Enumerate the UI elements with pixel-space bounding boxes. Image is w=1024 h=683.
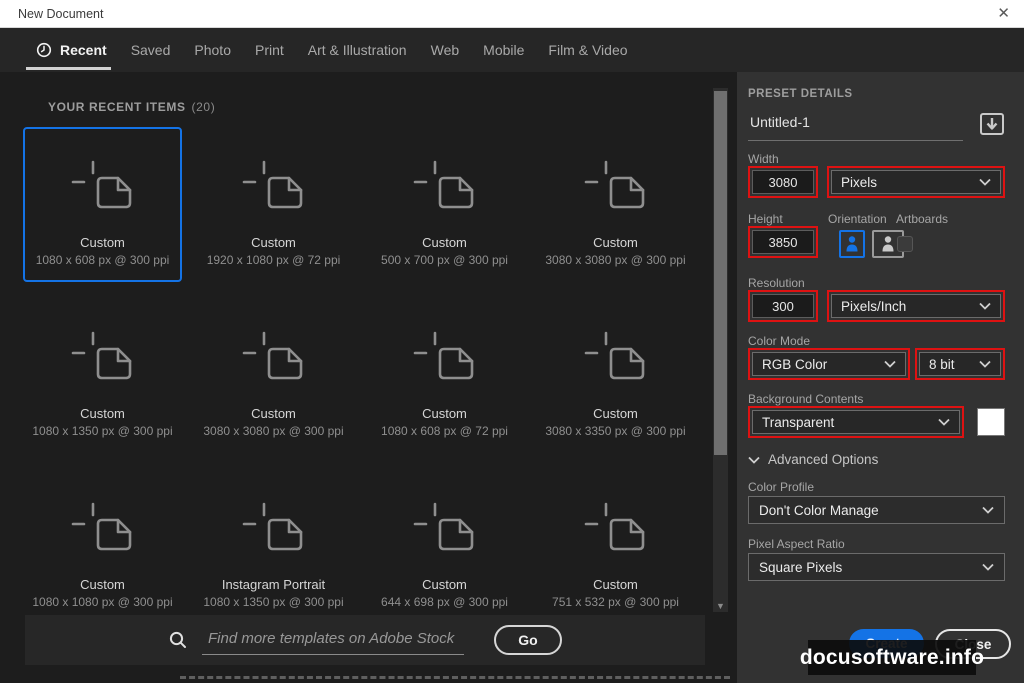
advanced-options-toggle[interactable]: Advanced Options (748, 452, 1005, 467)
bit-depth-dropdown[interactable]: 8 bit (919, 352, 1001, 376)
pixel-aspect-ratio-label: Pixel Aspect Ratio (748, 537, 845, 551)
tab-bar: Recent Saved Photo Print Art & Illustrat… (0, 28, 1024, 72)
adobe-stock-search-panel: Go (25, 615, 705, 665)
recent-item-card[interactable]: Custom 3080 x 3080 px @ 300 ppi (536, 127, 695, 282)
chevron-down-icon (979, 178, 991, 186)
chevron-down-icon (979, 302, 991, 310)
background-annotation-box: Transparent (748, 406, 964, 438)
resolution-input[interactable] (752, 294, 814, 318)
recent-item-card[interactable]: Custom 3080 x 3350 px @ 300 ppi (536, 298, 695, 453)
recent-items-count: (20) (191, 100, 216, 114)
width-label: Width (748, 152, 779, 166)
tab-mobile[interactable]: Mobile (483, 28, 524, 72)
new-document-dialog: New Document ✕ Recent Saved Photo Print … (0, 0, 1024, 683)
resolution-label: Resolution (748, 276, 805, 290)
height-annotation-box (748, 226, 818, 258)
resolution-unit-dropdown[interactable]: Pixels/Inch (831, 294, 1001, 318)
recent-item-card[interactable]: Custom 644 x 698 px @ 300 ppi (365, 469, 524, 624)
color-profile-label: Color Profile (748, 480, 815, 494)
document-name-input[interactable] (748, 112, 963, 141)
background-contents-label: Background Contents (748, 392, 864, 406)
tab-print[interactable]: Print (255, 28, 284, 72)
chevron-down-icon (884, 360, 896, 368)
portrait-person-icon (846, 236, 858, 252)
tab-web[interactable]: Web (431, 28, 460, 72)
stock-search-input[interactable] (202, 625, 464, 655)
width-input[interactable] (752, 170, 814, 194)
height-input[interactable] (752, 230, 814, 254)
width-unit-dropdown[interactable]: Pixels (831, 170, 1001, 194)
document-icon (242, 300, 306, 406)
next-section-divider (180, 676, 730, 679)
preset-details-panel: PRESET DETAILS Width Pixels Height (737, 72, 1024, 683)
height-label: Height (748, 212, 783, 226)
watermark: docusoftware.info (800, 640, 984, 675)
tab-recent[interactable]: Recent (26, 28, 111, 72)
document-icon (413, 129, 477, 235)
recent-items-grid: Custom 1080 x 608 px @ 300 ppi Custom 19… (23, 127, 707, 640)
recent-item-card[interactable]: Instagram Portrait 1080 x 1350 px @ 300 … (194, 469, 353, 624)
clock-icon (36, 42, 52, 58)
color-mode-annotation-box: RGB Color (748, 348, 910, 380)
chevron-down-icon (748, 456, 760, 464)
save-preset-icon[interactable] (979, 112, 1005, 136)
document-icon (71, 129, 135, 235)
artboards-label: Artboards (896, 212, 949, 226)
bit-depth-annotation-box: 8 bit (915, 348, 1005, 380)
go-button[interactable]: Go (494, 625, 562, 655)
title-bar: New Document ✕ (0, 0, 1024, 28)
document-icon (242, 129, 306, 235)
color-profile-dropdown[interactable]: Don't Color Manage (748, 496, 1005, 524)
chevron-down-icon (979, 360, 991, 368)
scroll-down-icon[interactable]: ▼ (713, 600, 728, 612)
document-icon (71, 300, 135, 406)
orientation-portrait-button[interactable] (839, 230, 865, 258)
tab-photo[interactable]: Photo (194, 28, 231, 72)
background-color-swatch[interactable] (977, 408, 1005, 436)
vertical-scrollbar[interactable]: ▲ ▼ (713, 88, 728, 612)
document-icon (413, 300, 477, 406)
document-icon (584, 129, 648, 235)
color-mode-dropdown[interactable]: RGB Color (752, 352, 906, 376)
document-icon (71, 471, 135, 577)
recent-item-card[interactable]: Custom 1920 x 1080 px @ 72 ppi (194, 127, 353, 282)
document-icon (584, 471, 648, 577)
resolution-unit-annotation-box: Pixels/Inch (827, 290, 1005, 322)
artboards-checkbox[interactable] (897, 236, 913, 252)
dialog-title: New Document (18, 6, 104, 21)
tab-film-video[interactable]: Film & Video (548, 28, 627, 72)
chevron-down-icon (982, 506, 994, 514)
document-icon (584, 300, 648, 406)
recent-item-card[interactable]: Custom 1080 x 1350 px @ 300 ppi (23, 298, 182, 453)
preset-details-heading: PRESET DETAILS (748, 88, 853, 100)
tab-art-illustration[interactable]: Art & Illustration (308, 28, 407, 72)
tab-saved[interactable]: Saved (131, 28, 171, 72)
orientation-label: Orientation (828, 212, 887, 226)
recent-item-card[interactable]: Custom 1080 x 608 px @ 72 ppi (365, 298, 524, 453)
recent-item-card[interactable]: Custom 1080 x 608 px @ 300 ppi (23, 127, 182, 282)
width-unit-annotation-box: Pixels (827, 166, 1005, 198)
chevron-down-icon (982, 563, 994, 571)
color-mode-label: Color Mode (748, 334, 811, 348)
landscape-person-icon (882, 236, 894, 252)
resolution-annotation-box (748, 290, 818, 322)
recent-item-card[interactable]: Custom 1080 x 1080 px @ 300 ppi (23, 469, 182, 624)
recent-item-card[interactable]: Custom 3080 x 3080 px @ 300 ppi (194, 298, 353, 453)
recent-item-card[interactable]: Custom 751 x 532 px @ 300 ppi (536, 469, 695, 624)
search-icon (169, 631, 186, 648)
tab-label: Recent (60, 42, 107, 58)
chevron-down-icon (938, 418, 950, 426)
recent-item-card[interactable]: Custom 500 x 700 px @ 300 ppi (365, 127, 524, 282)
recent-items-heading: YOUR RECENT ITEMS (20) (48, 100, 216, 114)
document-icon (413, 471, 477, 577)
scrollbar-thumb[interactable] (714, 91, 727, 455)
close-icon[interactable]: ✕ (997, 4, 1010, 22)
background-contents-dropdown[interactable]: Transparent (752, 410, 960, 434)
width-annotation-box (748, 166, 818, 198)
pixel-aspect-ratio-dropdown[interactable]: Square Pixels (748, 553, 1005, 581)
document-icon (242, 471, 306, 577)
